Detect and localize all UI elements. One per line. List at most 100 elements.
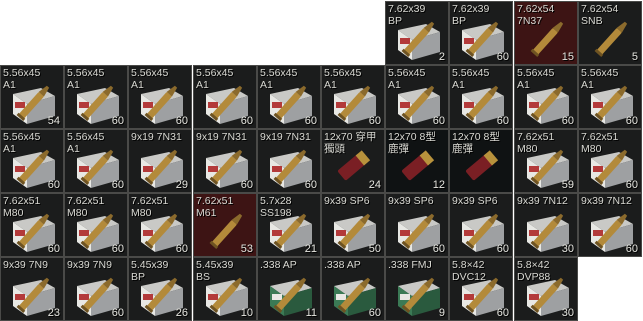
inventory-slot[interactable]: 5.56x45 A1 60 [64, 129, 128, 193]
inventory-slot[interactable]: 5.56x45 A1 60 [0, 129, 64, 193]
inventory-slot[interactable]: 7.62x54 SNB 5 [578, 1, 642, 65]
inventory-slot[interactable]: 5.56x45 A1 54 [0, 65, 64, 129]
item-name: 7.62x51 M80 [67, 195, 105, 219]
item-name: 9x39 SP6 [452, 195, 498, 207]
item-quantity: 30 [561, 307, 574, 319]
inventory-slot[interactable]: 5.56x45 A1 60 [321, 65, 385, 129]
inventory-slot[interactable]: 5.8×42 DVC12 60 [449, 257, 513, 321]
inventory-slot[interactable]: 5.56x45 A1 60 [257, 65, 321, 129]
inventory-slot[interactable]: 5.8×42 DVP88 30 [514, 257, 578, 321]
item-name: 5.45x39 BS [196, 259, 234, 283]
item-name: 5.56x45 A1 [388, 67, 426, 91]
item-name: 7.62x39 BP [452, 3, 490, 27]
inventory-slot[interactable]: 9x39 SP6 60 [385, 193, 449, 257]
item-name: 7.62x54 7N37 [517, 3, 555, 27]
item-quantity: 2 [438, 51, 445, 63]
item-name: 7.62x51 M80 [3, 195, 41, 219]
item-name: 5.56x45 A1 [131, 67, 169, 91]
inventory-slot[interactable]: 7.62x39 BP 2 [385, 1, 449, 65]
item-quantity: 60 [111, 243, 124, 255]
inventory-slot[interactable]: 12x70 8型 鹿彈 12 [385, 129, 449, 193]
item-name: 5.8×42 DVC12 [452, 259, 486, 283]
inventory-slot[interactable]: 12x70 8型 鹿彈 [449, 129, 513, 193]
inventory-slot[interactable]: 7.62x51 M61 53 [193, 193, 257, 257]
inventory-slot[interactable]: 7.62x39 BP 60 [449, 1, 513, 65]
item-name: 7.62x39 BP [388, 3, 426, 27]
item-name: 9x39 7N12 [581, 195, 632, 207]
inventory-slot[interactable]: 9x19 7N31 29 [128, 129, 192, 193]
inventory-grid: 7.62x39 BP 2 7.62x39 BP 60 7.62x54 7N37 15 7.6… [0, 0, 643, 321]
item-name: 9x39 7N9 [3, 259, 48, 271]
inventory-slot[interactable]: .338 AP 60 [321, 257, 385, 321]
item-name: 7.62x54 SNB [581, 3, 619, 27]
inventory-slot[interactable]: .338 FMJ 9 [385, 257, 449, 321]
item-name: 5.56x45 A1 [67, 131, 105, 155]
inventory-slot[interactable]: 7.62x51 M80 60 [128, 193, 192, 257]
inventory-slot[interactable]: 7.62x51 M80 60 [64, 193, 128, 257]
inventory-slot[interactable]: 9x19 7N31 60 [193, 129, 257, 193]
inventory-slot[interactable]: 5.7x28 SS198 21 [257, 193, 321, 257]
item-name: 5.8×42 DVP88 [517, 259, 551, 283]
item-name: 9x39 7N9 [67, 259, 112, 271]
item-quantity: 54 [47, 115, 60, 127]
item-name: 12x70 穿甲 獨頭 [324, 131, 377, 155]
inventory-slot[interactable]: 5.56x45 A1 60 [193, 65, 257, 129]
inventory-slot[interactable]: 9x39 7N9 60 [64, 257, 128, 321]
item-quantity: 60 [304, 115, 317, 127]
item-name: 7.62x51 M61 [196, 195, 234, 219]
item-quantity: 50 [368, 243, 381, 255]
item-quantity: 26 [175, 307, 188, 319]
item-quantity: 60 [432, 115, 445, 127]
item-quantity: 15 [561, 51, 574, 63]
item-name: 9x19 7N31 [196, 131, 247, 143]
inventory-slot[interactable]: 5.56x45 A1 60 [514, 65, 578, 129]
inventory-slot[interactable]: 5.45x39 BS 10 [193, 257, 257, 321]
inventory-slot[interactable]: 9x39 7N12 60 [578, 193, 642, 257]
inventory-slot[interactable]: 5.56x45 A1 60 [385, 65, 449, 129]
inventory-slot[interactable]: 7.62x54 7N37 15 [514, 1, 578, 65]
inventory-slot[interactable]: 7.62x51 M80 59 [514, 129, 578, 193]
item-quantity: 12 [432, 179, 445, 191]
item-quantity: 23 [47, 307, 60, 319]
inventory-slot[interactable]: 5.56x45 A1 60 [578, 65, 642, 129]
inventory-slot[interactable]: 9x39 SP6 60 [449, 193, 513, 257]
item-name: 5.56x45 A1 [324, 67, 362, 91]
inventory-slot[interactable]: 5.56x45 A1 60 [64, 65, 128, 129]
item-name: 5.56x45 A1 [3, 67, 41, 91]
item-quantity: 60 [368, 307, 381, 319]
item-quantity: 60 [240, 115, 253, 127]
item-quantity: 60 [111, 307, 124, 319]
item-name: 9x39 SP6 [388, 195, 434, 207]
inventory-slot[interactable]: 9x39 7N12 30 [514, 193, 578, 257]
item-name: 7.62x51 M80 [581, 131, 619, 155]
inventory-slot[interactable]: 5.56x45 A1 60 [449, 65, 513, 129]
inventory-slot[interactable]: 9x19 7N31 60 [257, 129, 321, 193]
item-name: 7.62x51 M80 [131, 195, 169, 219]
item-name: 5.56x45 A1 [196, 67, 234, 91]
item-quantity: 60 [111, 179, 124, 191]
item-quantity: 60 [175, 243, 188, 255]
item-quantity: 60 [111, 115, 124, 127]
inventory-slot[interactable]: 5.56x45 A1 60 [128, 65, 192, 129]
item-name: 12x70 8型 鹿彈 [452, 131, 500, 155]
inventory-slot[interactable]: 12x70 穿甲 獨頭 24 [321, 129, 385, 193]
inventory-slot[interactable]: 7.62x51 M80 60 [0, 193, 64, 257]
item-name: 7.62x51 M80 [517, 131, 555, 155]
item-quantity: 59 [561, 179, 574, 191]
inventory-slot[interactable]: 9x39 SP6 50 [321, 193, 385, 257]
item-quantity: 60 [240, 179, 253, 191]
inventory-slot[interactable]: 5.45x39 BP 26 [128, 257, 192, 321]
item-quantity: 24 [368, 179, 381, 191]
item-name: 5.7x28 SS198 [260, 195, 292, 219]
item-quantity: 60 [304, 179, 317, 191]
item-quantity: 60 [625, 179, 638, 191]
item-quantity: 60 [561, 115, 574, 127]
inventory-slot[interactable]: 7.62x51 M80 60 [578, 129, 642, 193]
inventory-slot[interactable]: 9x39 7N9 23 [0, 257, 64, 321]
inventory-slot[interactable]: .338 AP 11 [257, 257, 321, 321]
item-name: .338 AP [324, 259, 361, 271]
item-name: 9x39 SP6 [324, 195, 370, 207]
item-quantity: 9 [438, 307, 445, 319]
item-quantity: 60 [175, 115, 188, 127]
item-quantity: 5 [631, 51, 638, 63]
